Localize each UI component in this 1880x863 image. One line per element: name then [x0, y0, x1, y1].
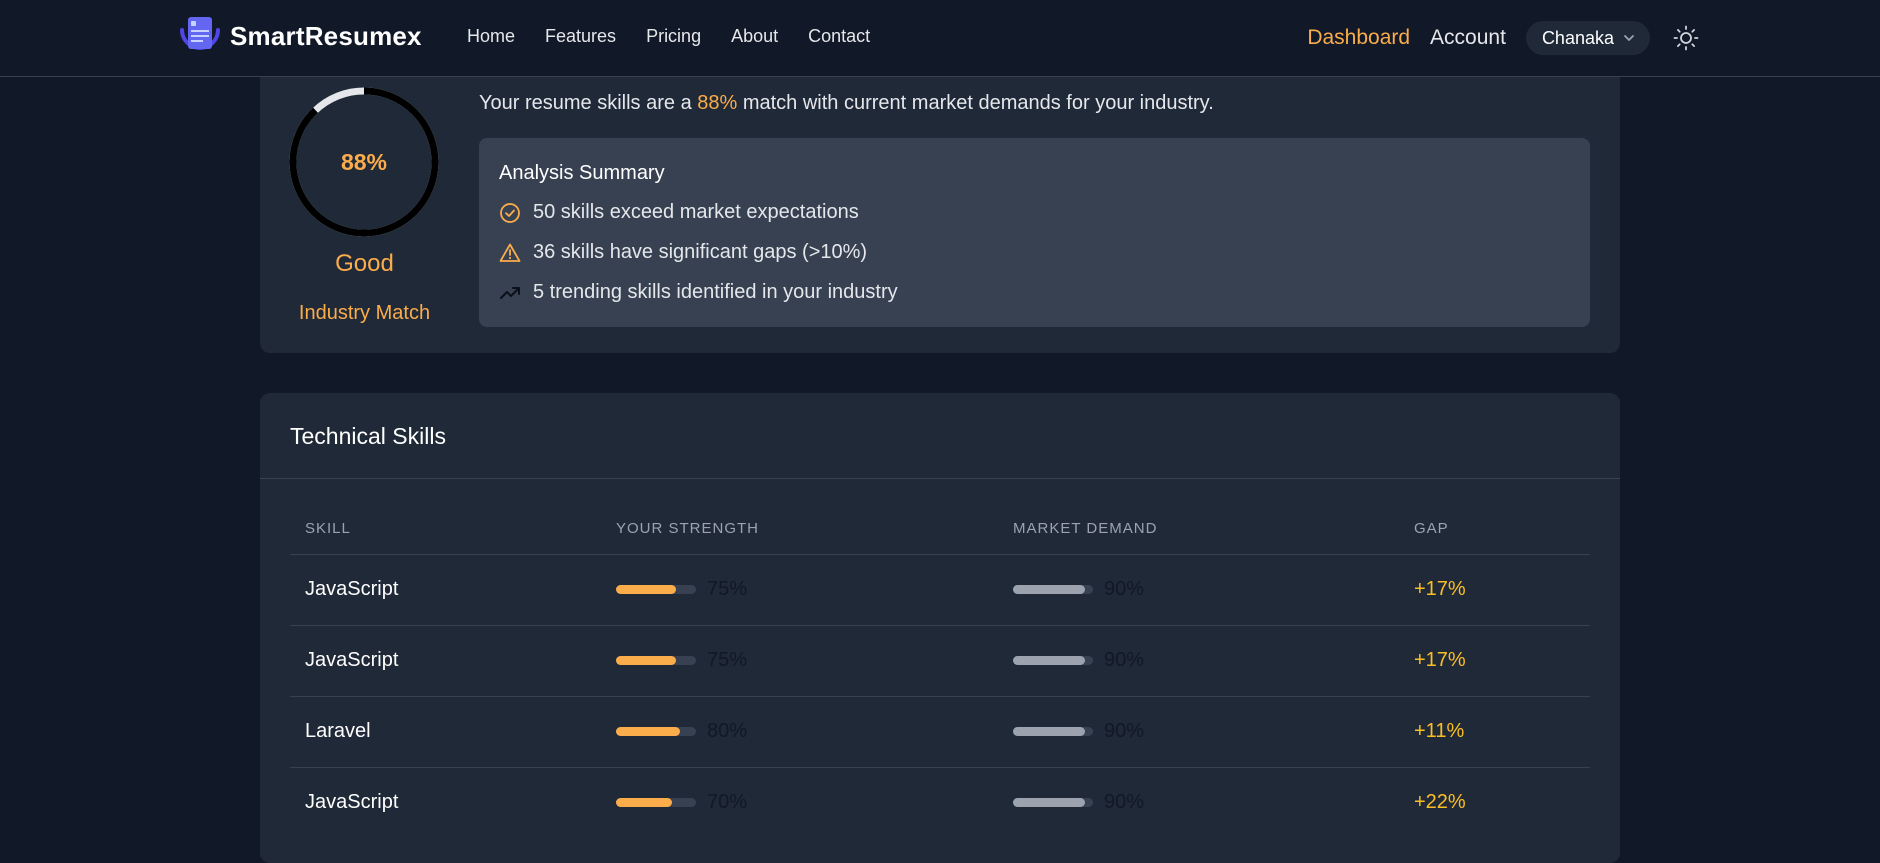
trending-up-icon	[500, 286, 520, 299]
brand-link[interactable]: SmartResumex	[180, 16, 422, 56]
demand-value: 90%	[1104, 720, 1145, 742]
column-header-gap: GAP	[1414, 520, 1449, 537]
technical-skills-card: Technical Skills SKILL YOUR STRENGTH MAR…	[260, 393, 1620, 863]
demand-bar-fill	[1013, 798, 1085, 807]
table-row: Laravel 80% 90% +11%	[290, 696, 1590, 768]
demand-bar	[1013, 727, 1093, 736]
sun-icon	[1673, 25, 1699, 51]
match-rating: Good	[335, 250, 394, 277]
strength-bar	[616, 727, 696, 736]
technical-skills-title: Technical Skills	[290, 423, 446, 449]
summary-item: 36 skills have significant gaps (>10%)	[499, 241, 867, 264]
match-score-gauge: 88%	[288, 86, 440, 238]
user-menu-button[interactable]: Chanaka	[1525, 21, 1650, 55]
match-score-value: 88%	[340, 148, 388, 175]
strength-bar	[616, 656, 696, 665]
match-caption: Industry Match	[298, 302, 431, 324]
check-circle-icon	[500, 202, 520, 223]
strength-value: 75%	[707, 578, 748, 600]
brand-name: SmartResumex	[230, 20, 422, 51]
summary-item-text: 36 skills have significant gaps (>10%)	[533, 241, 868, 263]
nav-link-features[interactable]: Features	[545, 26, 616, 47]
demand-bar-fill	[1013, 656, 1085, 665]
column-header-skill: SKILL	[305, 520, 351, 537]
user-name: Chanaka	[1541, 27, 1614, 48]
skill-name: JavaScript	[305, 649, 399, 671]
demand-bar-fill	[1013, 727, 1085, 736]
match-suffix: match with current market demands for yo…	[737, 92, 1214, 114]
gap-value: +11%	[1414, 720, 1465, 742]
theme-toggle-button[interactable]	[1672, 24, 1700, 52]
gap-value: +17%	[1414, 578, 1466, 600]
nav-link-account[interactable]: Account	[1430, 26, 1506, 50]
strength-value: 75%	[707, 649, 748, 671]
strength-bar	[616, 798, 696, 807]
match-percentage: 88%	[697, 92, 738, 114]
strength-bar-fill	[616, 727, 680, 736]
nav-links: Home Features Pricing About Contact	[467, 26, 900, 47]
nav-link-contact[interactable]: Contact	[808, 26, 870, 47]
nav-link-dashboard[interactable]: Dashboard	[1307, 26, 1410, 50]
table-row: JavaScript 75% 90% +17%	[290, 554, 1590, 626]
warning-icon	[499, 243, 521, 262]
summary-item: 5 trending skills identified in your ind…	[499, 281, 898, 304]
nav-link-about[interactable]: About	[731, 26, 778, 47]
column-header-strength: YOUR STRENGTH	[616, 520, 760, 537]
strength-bar-fill	[616, 585, 676, 594]
analysis-summary: Analysis Summary 50 skills exceed market…	[479, 138, 1590, 327]
demand-bar	[1013, 798, 1093, 807]
match-description: Your resume skills are a 88% match with …	[479, 92, 1214, 115]
card-divider	[260, 478, 1620, 479]
strength-value: 80%	[707, 720, 748, 742]
industry-match-card: 88% Good Industry Match Your resume skil…	[260, 60, 1620, 353]
nav-link-pricing[interactable]: Pricing	[646, 26, 701, 47]
skill-name: Laravel	[305, 720, 371, 742]
strength-bar-fill	[616, 798, 672, 807]
summary-item-text: 50 skills exceed market expectations	[533, 201, 859, 223]
gap-value: +17%	[1414, 649, 1466, 671]
gap-value: +22%	[1414, 791, 1466, 813]
skill-name: JavaScript	[305, 791, 399, 813]
summary-item: 50 skills exceed market expectations	[499, 201, 859, 224]
top-navbar: SmartResumex Home Features Pricing About…	[0, 0, 1880, 77]
nav-link-home[interactable]: Home	[467, 26, 515, 47]
demand-value: 90%	[1104, 649, 1145, 671]
table-row: JavaScript 70% 90% +22%	[290, 767, 1590, 839]
nav-right: Dashboard Account Chanaka	[1307, 20, 1700, 56]
match-prefix: Your resume skills are a	[479, 92, 698, 114]
demand-bar	[1013, 585, 1093, 594]
chevron-down-icon	[1624, 35, 1634, 41]
demand-value: 90%	[1104, 791, 1145, 813]
strength-value: 70%	[707, 791, 748, 813]
skill-name: JavaScript	[305, 578, 399, 600]
demand-value: 90%	[1104, 578, 1145, 600]
strength-bar	[616, 585, 696, 594]
analysis-summary-title: Analysis Summary	[499, 162, 665, 184]
column-header-demand: MARKET DEMAND	[1013, 520, 1158, 537]
logo-icon	[180, 17, 220, 50]
strength-bar-fill	[616, 656, 676, 665]
demand-bar-fill	[1013, 585, 1085, 594]
summary-item-text: 5 trending skills identified in your ind…	[533, 281, 898, 303]
demand-bar	[1013, 656, 1093, 665]
table-row: JavaScript 75% 90% +17%	[290, 625, 1590, 697]
